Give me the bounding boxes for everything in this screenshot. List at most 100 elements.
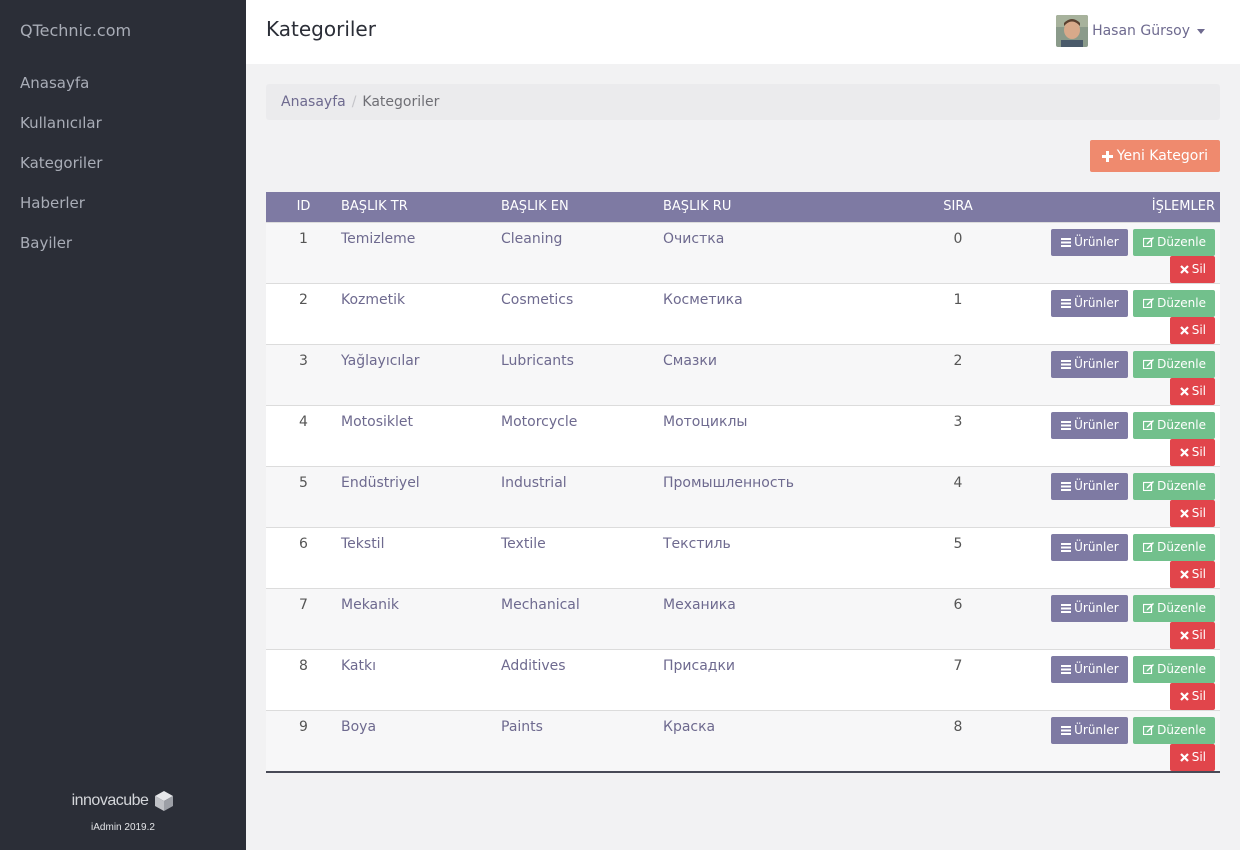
products-button[interactable]: Ürünler (1051, 350, 1128, 378)
delete-button[interactable]: Sil (1169, 743, 1215, 771)
times-icon (1179, 752, 1189, 762)
cell-title-en: Industrial (501, 474, 567, 491)
avatar (1056, 15, 1089, 47)
list-icon (1061, 481, 1072, 491)
delete-button[interactable]: Sil (1169, 682, 1215, 710)
new-category-button[interactable]: Yeni Kategori (1089, 140, 1220, 172)
products-button-label: Ürünler (1074, 601, 1119, 615)
edit-button[interactable]: Düzenle (1133, 350, 1215, 378)
edit-button-label: Düzenle (1157, 296, 1206, 310)
cell-title-ru: Косметика (663, 291, 743, 308)
breadcrumb-home[interactable]: Anasayfa (281, 94, 346, 110)
cell-sira: 7 (953, 657, 963, 674)
cell-title-en: Cosmetics (501, 291, 574, 308)
sidebar: QTechnic.com Anasayfa Kullanıcılar Kateg… (0, 0, 246, 850)
edit-button[interactable]: Düzenle (1133, 594, 1215, 622)
edit-icon (1143, 725, 1155, 735)
products-button[interactable]: Ürünler (1051, 472, 1128, 500)
sidebar-item-haberler[interactable]: Haberler (0, 190, 246, 230)
cube-icon (155, 791, 174, 811)
edit-icon (1143, 603, 1155, 613)
delete-button[interactable]: Sil (1169, 499, 1215, 527)
list-icon (1061, 359, 1072, 369)
products-button[interactable]: Ürünler (1051, 716, 1128, 744)
products-button[interactable]: Ürünler (1051, 228, 1128, 256)
times-icon (1179, 569, 1189, 579)
edit-button-label: Düzenle (1157, 662, 1206, 676)
breadcrumb-current: Kategoriler (362, 94, 440, 110)
edit-button[interactable]: Düzenle (1133, 289, 1215, 317)
categories-table: ID BAŞLIK TR BAŞLIK EN BAŞLIK RU SIRA İŞ… (266, 192, 1220, 773)
cell-operations: Ürünler Düzenle Sil (1003, 283, 1220, 344)
products-button[interactable]: Ürünler (1051, 655, 1128, 683)
cell-title-ru: Краска (663, 718, 716, 735)
column-header-id: ID (296, 199, 311, 215)
cell-title-tr: Yağlayıcılar (341, 352, 420, 369)
edit-button[interactable]: Düzenle (1133, 533, 1215, 561)
edit-button-label: Düzenle (1157, 418, 1206, 432)
edit-button-label: Düzenle (1157, 723, 1206, 737)
delete-button-label: Sil (1191, 750, 1206, 764)
table-row: 5 Endüstriyel Industrial Промышленность … (266, 466, 1220, 527)
cell-operations: Ürünler Düzenle Sil (1003, 588, 1220, 649)
cell-id: 9 (299, 718, 308, 735)
table-row: 6 Tekstil Textile Текстиль 5 Ürünler Düz… (266, 527, 1220, 588)
delete-button-label: Sil (1191, 384, 1206, 398)
cell-sira: 8 (953, 718, 963, 735)
delete-button[interactable]: Sil (1169, 377, 1215, 405)
edit-button[interactable]: Düzenle (1133, 716, 1215, 744)
products-button[interactable]: Ürünler (1051, 411, 1128, 439)
products-button[interactable]: Ürünler (1051, 533, 1128, 561)
list-icon (1061, 725, 1072, 735)
cell-title-ru: Очистка (663, 230, 725, 247)
cell-title-ru: Текстиль (663, 535, 731, 552)
times-icon (1179, 264, 1189, 274)
brand-title[interactable]: QTechnic.com (20, 21, 131, 40)
cell-title-tr: Motosiklet (341, 413, 413, 430)
edit-button[interactable]: Düzenle (1133, 655, 1215, 683)
delete-button[interactable]: Sil (1169, 560, 1215, 588)
edit-icon (1143, 359, 1155, 369)
edit-button[interactable]: Düzenle (1133, 411, 1215, 439)
cell-title-tr: Tekstil (341, 535, 385, 552)
edit-button[interactable]: Düzenle (1133, 472, 1215, 500)
edit-icon (1143, 298, 1155, 308)
sidebar-item-kullanicilar[interactable]: Kullanıcılar (0, 110, 246, 150)
cell-title-tr: Kozmetik (341, 291, 406, 308)
page-title: Kategoriler (266, 17, 376, 41)
edit-button-label: Düzenle (1157, 540, 1206, 554)
cell-operations: Ürünler Düzenle Sil (1003, 222, 1220, 283)
delete-button[interactable]: Sil (1169, 438, 1215, 466)
cell-operations: Ürünler Düzenle Sil (1003, 466, 1220, 527)
cell-title-ru: Мотоциклы (663, 413, 748, 430)
delete-button[interactable]: Sil (1169, 621, 1215, 649)
top-bar: Kategoriler Hasan Gürsoy (246, 0, 1240, 64)
delete-button-label: Sil (1191, 445, 1206, 459)
cell-operations: Ürünler Düzenle Sil (1003, 710, 1220, 772)
list-icon (1061, 542, 1072, 552)
products-button-label: Ürünler (1074, 723, 1119, 737)
cell-sira: 3 (953, 413, 963, 430)
delete-button[interactable]: Sil (1169, 316, 1215, 344)
sidebar-item-bayiler[interactable]: Bayiler (0, 230, 246, 270)
edit-button-label: Düzenle (1157, 357, 1206, 371)
products-button[interactable]: Ürünler (1051, 289, 1128, 317)
table-row: 1 Temizleme Cleaning Очистка 0 Ürünler D… (266, 222, 1220, 283)
cell-title-en: Lubricants (501, 352, 574, 369)
user-name: Hasan Gürsoy (1092, 23, 1190, 39)
cell-id: 5 (299, 474, 308, 491)
products-button-label: Ürünler (1074, 479, 1119, 493)
cell-id: 4 (299, 413, 308, 430)
user-menu[interactable]: Hasan Gürsoy (1056, 15, 1205, 47)
delete-button[interactable]: Sil (1169, 255, 1215, 283)
cell-id: 3 (299, 352, 308, 369)
cell-title-tr: Temizleme (341, 230, 416, 247)
sidebar-item-kategoriler[interactable]: Kategoriler (0, 150, 246, 190)
delete-button-label: Sil (1191, 262, 1206, 276)
sidebar-item-anasayfa[interactable]: Anasayfa (0, 70, 246, 110)
products-button-label: Ürünler (1074, 235, 1119, 249)
table-row: 3 Yağlayıcılar Lubricants Смазки 2 Ürünl… (266, 344, 1220, 405)
edit-button[interactable]: Düzenle (1133, 228, 1215, 256)
products-button[interactable]: Ürünler (1051, 594, 1128, 622)
times-icon (1179, 386, 1189, 396)
